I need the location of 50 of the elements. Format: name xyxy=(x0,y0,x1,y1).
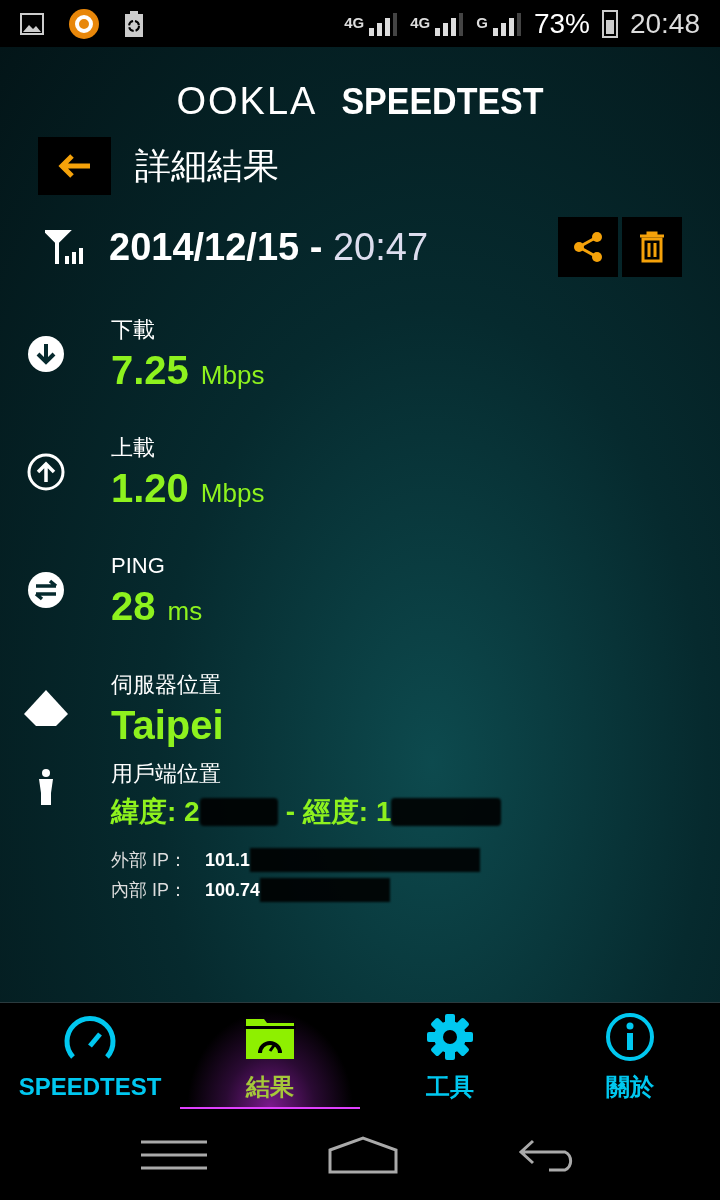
signal-icon xyxy=(434,11,465,36)
back-button[interactable] xyxy=(38,137,111,195)
back-arrow-icon xyxy=(57,153,92,179)
menu-icon[interactable] xyxy=(139,1139,210,1171)
ip-label: 外部 IP： xyxy=(111,848,188,872)
result-label: 下載 xyxy=(111,316,156,344)
info-icon xyxy=(605,1012,655,1062)
upload-icon xyxy=(26,453,65,491)
share-button[interactable] xyxy=(558,217,618,277)
trash-icon xyxy=(639,231,665,263)
result-value: 7.25 xyxy=(111,347,189,394)
app-icon xyxy=(68,7,100,40)
logo-brand: OOKLA xyxy=(176,78,318,124)
signal-icon xyxy=(491,11,522,36)
logo-product: SPEEDTEST xyxy=(341,78,544,124)
result-unit: Mbps xyxy=(200,359,265,392)
test-date-time: 2014/12/15 - 20:47 xyxy=(109,224,429,270)
page-title: 詳細結果 xyxy=(135,144,279,188)
ip-value: 101.1 xyxy=(205,848,251,872)
network-label: 4G xyxy=(344,12,365,33)
battery-percent: 73% xyxy=(533,6,590,41)
swap-arrows-icon xyxy=(26,571,65,609)
result-label: PING xyxy=(111,552,166,580)
share-icon xyxy=(573,231,603,263)
signal-icon xyxy=(368,11,399,36)
result-label: 用戶端位置 xyxy=(111,760,222,788)
delete-button[interactable] xyxy=(622,217,682,277)
ip-value: 100.74 xyxy=(205,878,261,902)
image-icon xyxy=(20,12,44,35)
battery-recycle-icon xyxy=(124,9,144,38)
result-unit: ms xyxy=(167,595,203,628)
home-icon[interactable] xyxy=(328,1136,398,1174)
person-icon xyxy=(36,769,55,805)
ip-label: 內部 IP： xyxy=(111,878,188,902)
result-label: 伺服器位置 xyxy=(111,670,222,699)
download-icon xyxy=(26,335,65,373)
result-value: Taipei xyxy=(111,701,224,749)
server-pyramid-icon xyxy=(22,688,69,728)
latitude-value: 緯度: 2 xyxy=(111,795,200,829)
result-label: 上載 xyxy=(111,434,156,462)
result-unit: Mbps xyxy=(200,477,265,510)
battery-icon xyxy=(601,9,618,38)
network-label: G xyxy=(476,12,488,33)
result-value: 1.20 xyxy=(111,465,189,512)
gear-icon xyxy=(426,1013,474,1061)
clock: 20:48 xyxy=(629,6,700,41)
network-label: 4G xyxy=(410,12,431,33)
longitude-value: - 經度: 1 xyxy=(285,795,392,829)
result-value: 28 xyxy=(111,583,156,630)
speedometer-icon xyxy=(63,1014,117,1060)
